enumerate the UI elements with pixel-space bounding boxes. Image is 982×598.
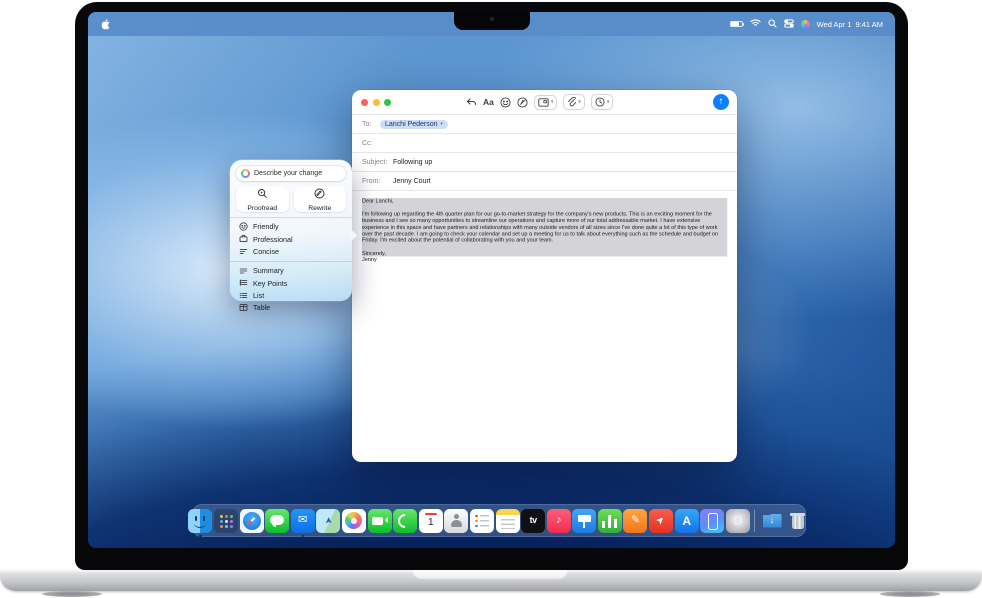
message-body[interactable]: Dear Lanchi, I'm following up regarding … (352, 190, 737, 462)
send-later-button[interactable]: ▾ (591, 94, 614, 110)
desktop: Wed Apr 1 9:41 AM Aa (88, 12, 895, 548)
body-signature: Jenny (362, 257, 727, 264)
attach-file-button[interactable]: ▾ (563, 94, 585, 110)
dock-safari[interactable] (240, 509, 264, 533)
wifi-icon[interactable] (750, 19, 761, 29)
battery-icon[interactable] (730, 21, 743, 28)
subject-value: Following up (393, 159, 432, 166)
body-greeting: Dear Lanchi, (362, 198, 727, 205)
describe-change-placeholder: Describe your change (254, 170, 322, 177)
body-paragraph: I'm following up regarding the 4th quart… (362, 211, 727, 244)
dock-rocket-app[interactable]: ➤ (649, 509, 673, 533)
recipient-token[interactable]: Lanchi Pederson ▾ (380, 120, 448, 129)
selected-text[interactable]: Dear Lanchi, I'm following up regarding … (362, 198, 727, 257)
writing-tools-panel: Describe your change Proofread Rewrite (230, 160, 352, 301)
chevron-down-icon: ▾ (607, 100, 610, 105)
dock-numbers[interactable] (598, 509, 622, 533)
dock-facetime[interactable] (368, 509, 392, 533)
laptop-foot (42, 591, 102, 597)
close-button[interactable] (361, 99, 368, 106)
lid-scoop (412, 570, 568, 580)
option-list[interactable]: List (230, 289, 352, 301)
dock-system-settings[interactable]: ⚙ (726, 509, 750, 533)
concise-icon (239, 243, 248, 261)
display-notch (454, 12, 530, 30)
dock-notes[interactable] (496, 509, 520, 533)
dock-photos[interactable] (342, 509, 366, 533)
dock-tv[interactable]: tv (521, 509, 545, 533)
page: Wed Apr 1 9:41 AM Aa (0, 0, 982, 598)
to-label: To: (362, 121, 375, 128)
subject-field[interactable]: Subject: Following up (352, 152, 737, 171)
dock-pages[interactable]: ✎ (623, 509, 647, 533)
option-table[interactable]: Table (230, 302, 352, 314)
siri-icon[interactable] (801, 20, 810, 29)
dock-keynote[interactable] (572, 509, 596, 533)
dock-mail[interactable]: ✉ (291, 509, 315, 533)
option-friendly[interactable]: Friendly (230, 221, 352, 233)
menubar-time[interactable]: 9:41 AM (855, 20, 883, 29)
rewrite-label: Rewrite (308, 205, 331, 212)
table-icon (239, 299, 248, 317)
dock: ✉ ➤ 1 (192, 504, 806, 537)
proofread-icon (257, 186, 268, 204)
photo-browser-button[interactable]: ▾ (534, 95, 558, 110)
chevron-down-icon: ▾ (441, 122, 443, 127)
window-titlebar[interactable]: Aa ▾ ▾ (352, 90, 737, 114)
emoji-icon[interactable] (500, 97, 511, 108)
dock-divider (754, 510, 755, 532)
dock-trash[interactable] (786, 509, 810, 533)
cc-field[interactable]: Cc: (352, 133, 737, 152)
laptop-foot (880, 591, 940, 597)
zoom-button[interactable] (384, 99, 391, 106)
running-indicator (199, 535, 202, 538)
apple-menu-icon[interactable] (101, 19, 110, 30)
dock-downloads[interactable]: ↓ (760, 509, 784, 533)
dock-finder[interactable] (188, 509, 212, 533)
divider (230, 261, 352, 262)
rewrite-button[interactable]: Rewrite (294, 186, 347, 212)
dock-iphone-mirroring[interactable] (700, 509, 724, 533)
option-professional[interactable]: Professional (230, 233, 352, 245)
dock-contacts[interactable] (444, 509, 468, 533)
undo-icon[interactable] (466, 97, 477, 108)
minimize-button[interactable] (373, 99, 380, 106)
from-label: From: (362, 178, 388, 185)
proofread-button[interactable]: Proofread (236, 186, 289, 212)
option-key-points[interactable]: Key Points (230, 277, 352, 289)
apple-intelligence-icon (241, 169, 250, 178)
menubar-date[interactable]: Wed Apr 1 (817, 20, 852, 29)
dock-maps[interactable]: ➤ (316, 509, 340, 533)
dock-phone[interactable] (393, 509, 417, 533)
format-text-button[interactable]: Aa (483, 97, 494, 107)
dock-reminders[interactable] (470, 509, 494, 533)
to-field[interactable]: To: Lanchi Pederson ▾ (352, 114, 737, 133)
from-value: Jenny Court (393, 178, 431, 185)
dock-launchpad[interactable] (214, 509, 238, 533)
divider (230, 217, 352, 218)
option-summary[interactable]: Summary (230, 265, 352, 277)
dock-calendar[interactable]: 1 (419, 509, 443, 533)
proofread-label: Proofread (247, 205, 277, 212)
running-indicator (302, 535, 305, 538)
chevron-down-icon: ▾ (551, 100, 554, 105)
dock-messages[interactable] (265, 509, 289, 533)
send-button[interactable]: ↑ (713, 94, 729, 110)
from-field[interactable]: From: Jenny Court (352, 171, 737, 190)
rewrite-icon (314, 186, 325, 204)
cc-label: Cc: (362, 140, 375, 147)
option-concise[interactable]: Concise (230, 245, 352, 257)
search-icon[interactable] (768, 19, 777, 30)
describe-change-input[interactable]: Describe your change (236, 166, 346, 181)
control-center-icon[interactable] (784, 19, 794, 30)
camera-icon (490, 17, 494, 21)
writing-tools-icon[interactable] (517, 97, 528, 108)
dock-app-store[interactable]: A (675, 509, 699, 533)
subject-label: Subject: (362, 159, 388, 166)
chevron-down-icon: ▾ (578, 100, 581, 105)
mail-compose-window: Aa ▾ ▾ (352, 90, 737, 462)
dock-music[interactable]: ♪ (547, 509, 571, 533)
